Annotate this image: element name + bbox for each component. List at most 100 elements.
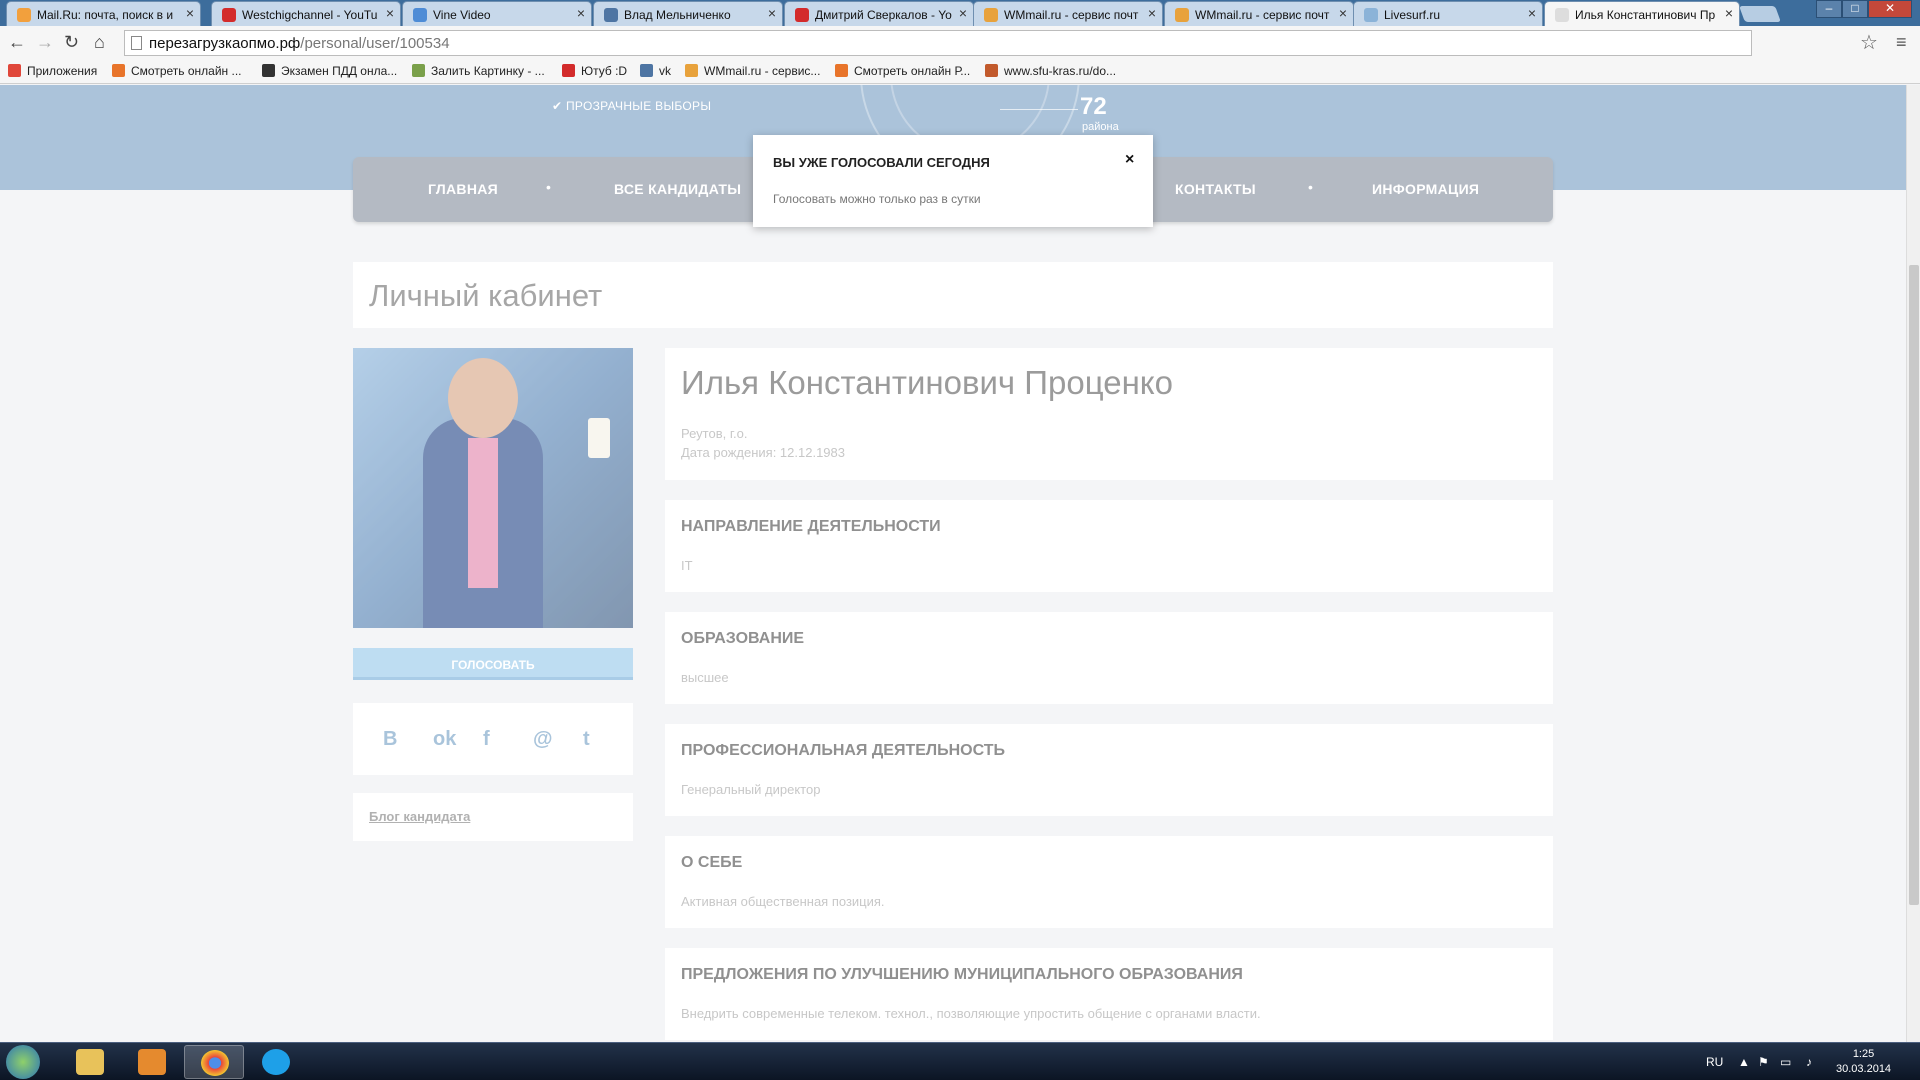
- nav-contacts[interactable]: КОНТАКТЫ: [1175, 181, 1256, 197]
- close-window-button[interactable]: ✕: [1868, 0, 1912, 18]
- tab-3[interactable]: Vine Video ×: [402, 1, 592, 26]
- tab-label: Влад Мельниченко: [624, 8, 731, 22]
- taskbar-media-player[interactable]: [122, 1045, 182, 1079]
- f-icon: [835, 64, 848, 77]
- mail-icon[interactable]: @: [533, 728, 553, 751]
- tray-arrow-icon[interactable]: ▲: [1738, 1055, 1750, 1069]
- clock[interactable]: 1:25 30.03.2014: [1836, 1047, 1891, 1077]
- maximize-button[interactable]: □: [1842, 0, 1868, 18]
- odnoklassniki-icon[interactable]: ok: [433, 728, 456, 751]
- youtube-icon: [562, 64, 575, 77]
- bookmark-item[interactable]: Залить Картинку - ...: [412, 64, 545, 78]
- start-button[interactable]: [6, 1045, 40, 1079]
- browser-toolbar: ← → ↻ ⌂ перезагрузкаопмо.рф/personal/use…: [0, 26, 1920, 84]
- bookmark-item[interactable]: Смотреть онлайн ...: [112, 64, 242, 78]
- tab-6[interactable]: WMmail.ru - сервис почт ×: [973, 1, 1163, 26]
- page-scrollbar[interactable]: [1906, 85, 1920, 1042]
- home-icon[interactable]: ⌂: [94, 32, 105, 53]
- page-title: Личный кабинет: [369, 278, 603, 313]
- mailru-icon: [17, 8, 31, 22]
- bookmark-item[interactable]: www.sfu-kras.ru/do...: [985, 64, 1116, 78]
- bookmark-item[interactable]: WMmail.ru - сервис...: [685, 64, 820, 78]
- profile-section: ОБРАЗОВАНИЕ высшее: [665, 612, 1553, 704]
- scrollbar-thumb[interactable]: [1909, 265, 1919, 905]
- twitter-icon[interactable]: t: [583, 728, 590, 751]
- web-page: ✔ ПРОЗРАЧНЫЕ ВЫБОРЫ 72 района ГЛАВНАЯ • …: [0, 85, 1906, 1042]
- car-icon: [262, 64, 275, 77]
- vote-button[interactable]: ГОЛОСОВАТЬ: [353, 648, 633, 680]
- section-title: НАПРАВЛЕНИЕ ДЕЯТЕЛЬНОСТИ: [681, 518, 941, 535]
- forward-icon[interactable]: →: [36, 32, 54, 53]
- url-path: /personal/user/100534: [300, 35, 450, 52]
- section-value: Генеральный директор: [681, 782, 821, 797]
- tab-label: Дмитрий Сверкалов - Yo: [815, 8, 952, 22]
- tab-label: Mail.Ru: почта, поиск в и: [37, 8, 174, 22]
- tab-9[interactable]: Илья Константинович Пр ×: [1544, 1, 1740, 26]
- bookmark-label: Залить Картинку - ...: [431, 64, 545, 78]
- bookmark-label: Экзамен ПДД онла...: [281, 64, 398, 78]
- nav-home[interactable]: ГЛАВНАЯ: [428, 181, 498, 197]
- action-center-flag-icon[interactable]: ⚑: [1758, 1055, 1769, 1069]
- profile-section: ПРЕДЛОЖЕНИЯ ПО УЛУЧШЕНИЮ МУНИЦИПАЛЬНОГО …: [665, 948, 1553, 1040]
- tab-close-icon[interactable]: ×: [386, 5, 394, 21]
- bookmark-item[interactable]: Приложения: [8, 64, 97, 78]
- new-tab-button[interactable]: [1739, 6, 1781, 22]
- bookmark-item[interactable]: Экзамен ПДД онла...: [262, 64, 397, 78]
- taskbar-chrome[interactable]: [184, 1045, 244, 1079]
- network-icon[interactable]: ▭: [1780, 1055, 1791, 1069]
- tab-close-icon[interactable]: ×: [1725, 5, 1733, 21]
- section-title: О СЕБЕ: [681, 854, 743, 871]
- tab-5[interactable]: Дмитрий Сверкалов - Yo ×: [784, 1, 974, 26]
- popup-message: Голосовать можно только раз в сутки: [773, 192, 981, 206]
- vk-icon[interactable]: В: [383, 728, 397, 751]
- bookmark-item[interactable]: Смотреть онлайн Р...: [835, 64, 970, 78]
- tab-4[interactable]: Влад Мельниченко ×: [593, 1, 783, 26]
- districts-count: 72: [1080, 93, 1107, 120]
- pointer-line: [1000, 109, 1078, 110]
- tab-close-icon[interactable]: ×: [1339, 5, 1347, 21]
- reload-icon[interactable]: ↻: [64, 32, 79, 53]
- volume-icon[interactable]: ♪: [1806, 1055, 1812, 1069]
- window-controls: – □ ✕: [1816, 0, 1912, 18]
- tab-close-icon[interactable]: ×: [186, 5, 194, 21]
- facebook-icon[interactable]: f: [483, 728, 490, 751]
- tab-7[interactable]: WMmail.ru - сервис почт ×: [1164, 1, 1354, 26]
- tab-2[interactable]: Westchigchannel - YouTu ×: [211, 1, 401, 26]
- candidate-city: Реутов, г.о.: [681, 426, 748, 441]
- minimize-button[interactable]: –: [1816, 0, 1842, 18]
- language-indicator[interactable]: RU: [1706, 1055, 1723, 1069]
- taskbar-skype[interactable]: [246, 1045, 306, 1079]
- chrome-menu-icon[interactable]: ≡: [1896, 32, 1907, 53]
- bookmark-label: Ютуб :D: [581, 64, 628, 78]
- bookmark-item[interactable]: vk: [640, 64, 671, 78]
- nav-all-candidates[interactable]: ВСЕ КАНДИДАТЫ: [614, 181, 741, 197]
- candidate-birthdate: Дата рождения: 12.12.1983: [681, 445, 845, 460]
- photo-head: [448, 358, 518, 438]
- bookmark-star-icon[interactable]: ☆: [1860, 30, 1878, 55]
- back-icon[interactable]: ←: [8, 32, 26, 53]
- section-title: ОБРАЗОВАНИЕ: [681, 630, 805, 647]
- image-icon: [412, 64, 425, 77]
- tab-close-icon[interactable]: ×: [577, 5, 585, 21]
- tab-close-icon[interactable]: ×: [768, 5, 776, 21]
- sfu-icon: [985, 64, 998, 77]
- url-host: перезагрузкаопмо.рф: [149, 35, 301, 52]
- blog-link[interactable]: Блог кандидата: [369, 809, 470, 824]
- tab-close-icon[interactable]: ×: [1148, 5, 1156, 21]
- social-links: Вok f @ t: [353, 703, 633, 775]
- tab-label: WMmail.ru - сервис почт: [1004, 8, 1139, 22]
- address-bar[interactable]: перезагрузкаопмо.рф/personal/user/100534: [124, 30, 1752, 56]
- nav-separator: •: [546, 179, 551, 195]
- tab-label: WMmail.ru - сервис почт: [1195, 8, 1330, 22]
- popup-close-icon[interactable]: ×: [1125, 151, 1134, 169]
- section-value: Активная общественная позиция.: [681, 894, 885, 909]
- taskbar-explorer[interactable]: [60, 1045, 120, 1079]
- tab-1[interactable]: Mail.Ru: почта, поиск в и ×: [6, 1, 201, 26]
- tab-close-icon[interactable]: ×: [1528, 5, 1536, 21]
- nav-info[interactable]: ИНФОРМАЦИЯ: [1372, 181, 1479, 197]
- bookmark-item[interactable]: Ютуб :D: [562, 64, 627, 78]
- vk-icon: [640, 64, 653, 77]
- tab-8[interactable]: Livesurf.ru ×: [1353, 1, 1543, 26]
- tab-close-icon[interactable]: ×: [959, 5, 967, 21]
- folder-icon: [76, 1049, 104, 1075]
